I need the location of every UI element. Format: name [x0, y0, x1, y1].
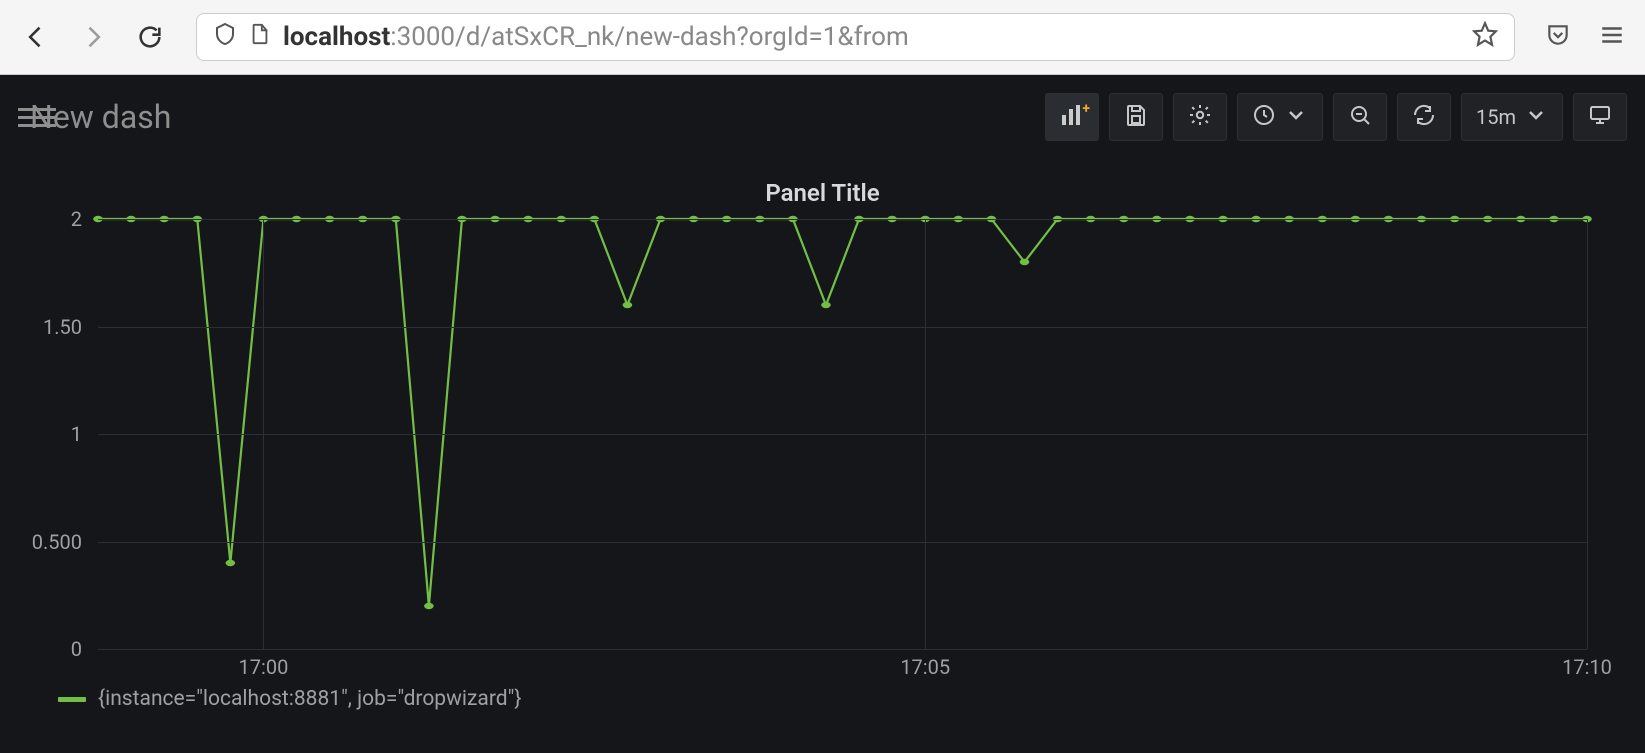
- reload-button[interactable]: [134, 21, 166, 53]
- zoom-out-button[interactable]: [1333, 93, 1387, 141]
- zoom-out-icon: [1348, 103, 1372, 132]
- panel[interactable]: Panel Title 00.50011.502 17:0017:0517:10…: [18, 175, 1627, 711]
- y-axis: 00.50011.502: [22, 219, 92, 649]
- dashboard-title[interactable]: New dash: [30, 98, 171, 136]
- dashboard-toolbar: +: [1045, 93, 1627, 141]
- view-mode-button[interactable]: [1573, 93, 1627, 141]
- url-text: localhost:3000/d/atSxCR_nk/new-dash?orgI…: [283, 22, 1460, 52]
- time-range-button[interactable]: [1237, 93, 1323, 141]
- pocket-icon[interactable]: [1545, 22, 1571, 52]
- y-tick-label: 1.50: [43, 315, 82, 339]
- x-tick-label: 17:00: [239, 655, 289, 679]
- shield-icon: [213, 22, 237, 53]
- back-button[interactable]: [20, 21, 52, 53]
- y-tick-label: 0: [71, 637, 82, 661]
- legend[interactable]: {instance="localhost:8881", job="dropwiz…: [58, 687, 1627, 711]
- x-tick-label: 17:10: [1562, 655, 1612, 679]
- hamburger-menu-icon[interactable]: [1599, 22, 1625, 52]
- y-tick-label: 0.500: [32, 530, 82, 554]
- chevron-down-icon: [1524, 103, 1548, 132]
- refresh-icon: [1412, 103, 1436, 132]
- save-button[interactable]: [1109, 93, 1163, 141]
- gear-icon: [1188, 103, 1212, 132]
- y-tick-label: 2: [71, 207, 82, 231]
- x-tick-label: 17:05: [900, 655, 950, 679]
- forward-button[interactable]: [77, 21, 109, 53]
- browser-toolbar: localhost:3000/d/atSxCR_nk/new-dash?orgI…: [0, 0, 1645, 75]
- legend-label: {instance="localhost:8881", job="dropwiz…: [98, 687, 521, 711]
- chart-area[interactable]: 00.50011.502: [98, 219, 1587, 649]
- y-tick-label: 1: [71, 422, 82, 446]
- legend-swatch: [58, 697, 86, 702]
- save-icon: [1124, 103, 1148, 132]
- refresh-button[interactable]: [1397, 93, 1451, 141]
- settings-button[interactable]: [1173, 93, 1227, 141]
- add-panel-button[interactable]: +: [1045, 93, 1099, 141]
- refresh-interval-button[interactable]: 15m: [1461, 93, 1563, 141]
- x-axis: 17:0017:0517:10: [98, 649, 1587, 679]
- panel-title: Panel Title: [18, 175, 1627, 219]
- clock-icon: [1252, 103, 1276, 132]
- plot-area: [98, 219, 1587, 649]
- star-icon[interactable]: [1472, 21, 1498, 54]
- bar-chart-plus-icon: +: [1060, 103, 1084, 132]
- monitor-icon: [1588, 103, 1612, 132]
- address-bar[interactable]: localhost:3000/d/atSxCR_nk/new-dash?orgI…: [196, 13, 1515, 61]
- refresh-interval-label: 15m: [1476, 105, 1516, 129]
- chevron-down-icon: [1284, 103, 1308, 132]
- page-icon: [249, 22, 271, 52]
